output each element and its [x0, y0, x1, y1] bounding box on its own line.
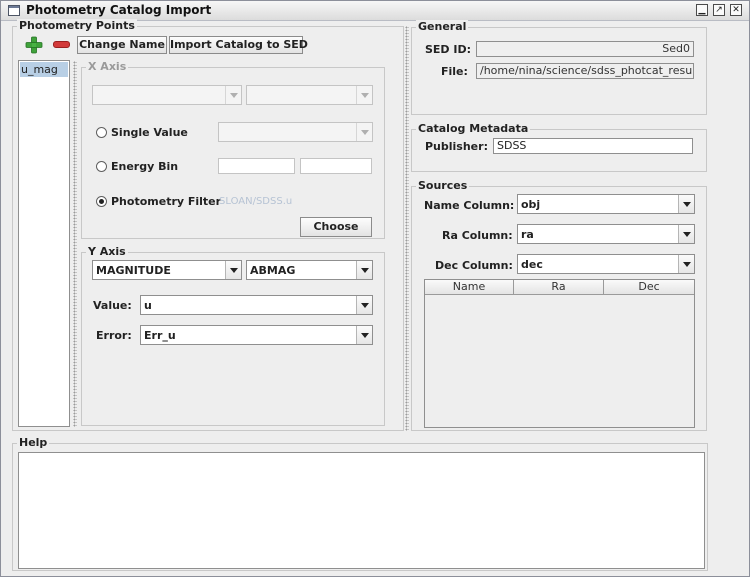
- chevron-down-icon: [356, 86, 372, 104]
- name-column-label: Name Column:: [424, 199, 515, 212]
- chevron-down-icon: [678, 225, 694, 243]
- close-icon[interactable]: ✕: [730, 4, 742, 16]
- energy-bin-radio[interactable]: [96, 161, 107, 172]
- energy-bin-label: Energy Bin: [111, 160, 179, 173]
- table-header-name[interactable]: Name: [425, 280, 514, 294]
- x-axis-title: X Axis: [86, 60, 129, 73]
- single-value-label: Single Value: [111, 126, 188, 139]
- photometry-filter-value: SLOAN/SDSS.u: [219, 196, 293, 207]
- file-label: File:: [441, 65, 468, 78]
- list-item-label: u_mag: [21, 63, 58, 76]
- catalog-metadata-title: Catalog Metadata: [416, 122, 531, 135]
- single-value-radio[interactable]: [96, 127, 107, 138]
- photometry-filter-label: Photometry Filter: [111, 195, 222, 208]
- import-catalog-button[interactable]: Import Catalog to SED: [169, 36, 308, 54]
- table-header: Name Ra Dec: [425, 280, 694, 295]
- chevron-down-icon: [225, 261, 241, 279]
- energy-bin-min-input[interactable]: [218, 158, 295, 174]
- table-header-ra[interactable]: Ra: [514, 280, 604, 294]
- x-axis-unit-select[interactable]: [246, 85, 373, 105]
- y-axis-unit-value: ABMAG: [250, 264, 296, 277]
- photometry-catalog-import-window: Photometry Catalog Import ▁ ↗ ✕ Photomet…: [0, 0, 750, 577]
- window-icon: [8, 5, 20, 16]
- value-column-value: u: [144, 299, 152, 312]
- remove-icon[interactable]: [53, 41, 70, 48]
- list-item[interactable]: u_mag: [20, 62, 68, 77]
- name-column-value: obj: [521, 198, 541, 211]
- y-axis-quantity-select[interactable]: MAGNITUDE: [92, 260, 242, 280]
- y-axis-unit-select[interactable]: ABMAG: [246, 260, 373, 280]
- general-title: General: [416, 20, 469, 33]
- chevron-down-icon: [356, 326, 372, 344]
- window-title: Photometry Catalog Import: [26, 3, 212, 17]
- minimize-icon[interactable]: ▁: [696, 4, 708, 16]
- photometry-points-title: Photometry Points: [17, 19, 137, 32]
- dec-column-value: dec: [521, 258, 543, 271]
- single-value-select[interactable]: [218, 122, 373, 142]
- publisher-label: Publisher:: [425, 140, 488, 153]
- choose-button[interactable]: Choose: [300, 217, 372, 237]
- sed-id-label: SED ID:: [425, 43, 472, 56]
- error-label: Error:: [96, 329, 132, 342]
- value-column-select[interactable]: u: [140, 295, 373, 315]
- maximize-icon[interactable]: ↗: [713, 4, 725, 16]
- sed-id-field[interactable]: Sed0: [476, 41, 694, 57]
- value-label: Value:: [93, 299, 132, 312]
- chevron-down-icon: [356, 123, 372, 141]
- sources-table[interactable]: Name Ra Dec: [424, 279, 695, 428]
- error-column-select[interactable]: Err_u: [140, 325, 373, 345]
- main-splitter[interactable]: [405, 26, 409, 431]
- help-title: Help: [17, 436, 50, 449]
- photometry-points-list[interactable]: u_mag: [18, 60, 70, 427]
- dec-column-label: Dec Column:: [435, 259, 513, 272]
- chevron-down-icon: [356, 261, 372, 279]
- name-column-select[interactable]: obj: [517, 194, 695, 214]
- change-name-button[interactable]: Change Name: [77, 36, 167, 54]
- file-field[interactable]: /home/nina/science/sdss_photcat_results: [476, 63, 694, 79]
- points-splitter[interactable]: [73, 61, 77, 427]
- help-text-area[interactable]: [18, 452, 705, 569]
- dec-column-select[interactable]: dec: [517, 254, 695, 274]
- x-axis-quantity-select[interactable]: [92, 85, 242, 105]
- y-axis-title: Y Axis: [86, 245, 128, 258]
- title-bar[interactable]: Photometry Catalog Import ▁ ↗ ✕: [1, 1, 749, 21]
- chevron-down-icon: [356, 296, 372, 314]
- table-header-dec[interactable]: Dec: [604, 280, 694, 294]
- sources-title: Sources: [416, 179, 470, 192]
- chevron-down-icon: [678, 195, 694, 213]
- publisher-input[interactable]: SDSS: [493, 138, 693, 154]
- add-icon[interactable]: [25, 36, 43, 54]
- y-axis-quantity-value: MAGNITUDE: [96, 264, 171, 277]
- error-column-value: Err_u: [144, 329, 176, 342]
- ra-column-select[interactable]: ra: [517, 224, 695, 244]
- chevron-down-icon: [678, 255, 694, 273]
- chevron-down-icon: [225, 86, 241, 104]
- photometry-filter-radio[interactable]: [96, 196, 107, 207]
- ra-column-label: Ra Column:: [442, 229, 513, 242]
- energy-bin-max-input[interactable]: [300, 158, 372, 174]
- ra-column-value: ra: [521, 228, 534, 241]
